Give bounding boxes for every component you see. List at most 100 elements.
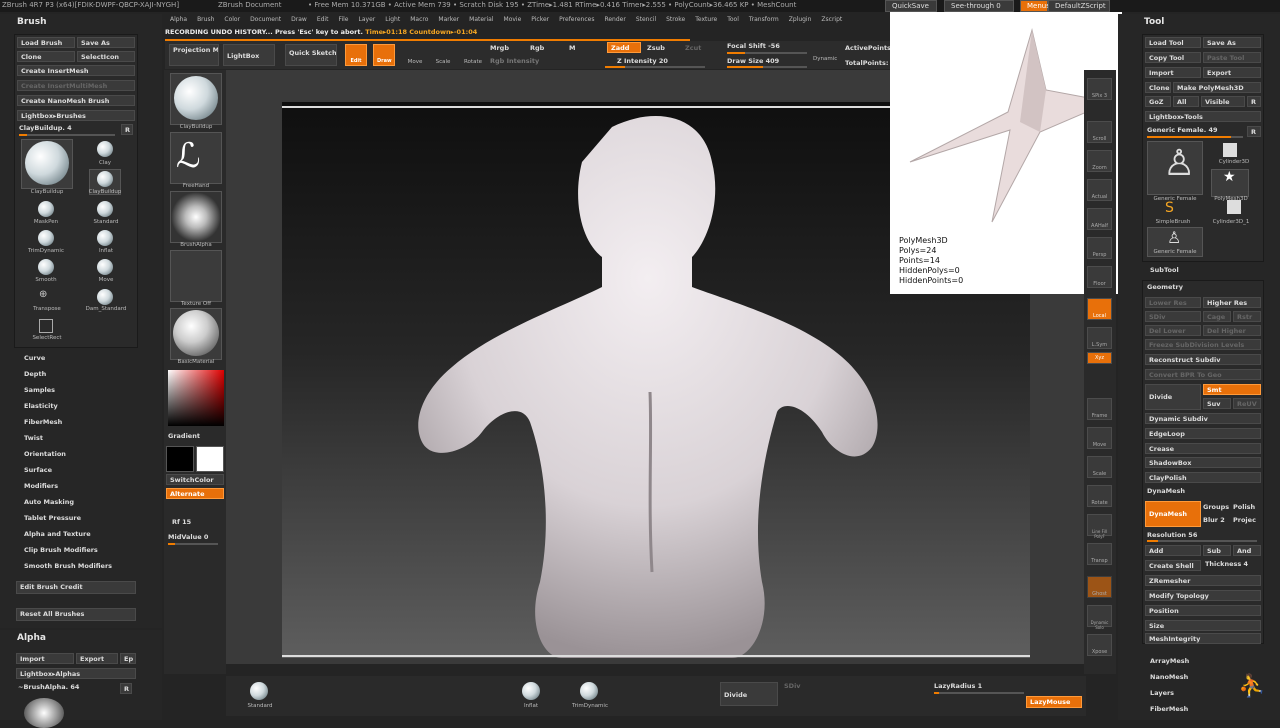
- dynamesh-section[interactable]: DynaMesh: [1147, 487, 1185, 495]
- sdiv-slider[interactable]: SDiv: [1145, 311, 1201, 322]
- convert-bpr-button[interactable]: Convert BPR To Geo: [1145, 369, 1261, 380]
- menu-texture[interactable]: Texture: [690, 15, 722, 27]
- menu-marker[interactable]: Marker: [433, 15, 464, 27]
- claypolish-button[interactable]: ClayPolish: [1145, 472, 1261, 483]
- reuv-toggle[interactable]: ReUV: [1233, 398, 1261, 409]
- project-toggle[interactable]: Projec: [1233, 516, 1256, 524]
- edit-mode-button[interactable]: Edit: [345, 44, 367, 66]
- brush-alpha-slider[interactable]: ~BrushAlpha. 64: [18, 683, 79, 691]
- nanomesh-section[interactable]: NanoMesh: [1150, 673, 1188, 681]
- scale-mode-button[interactable]: Scale: [431, 59, 455, 65]
- edgeloop-button[interactable]: EdgeLoop: [1145, 428, 1261, 439]
- trimdynamic-brush-icon[interactable]: [38, 230, 54, 246]
- tool-clone-button[interactable]: Clone: [1145, 82, 1171, 93]
- brush-section-surface[interactable]: Surface: [24, 466, 52, 474]
- zsub-button[interactable]: Zsub: [647, 44, 665, 52]
- add-button[interactable]: Add: [1145, 545, 1201, 556]
- menu-render[interactable]: Render: [599, 15, 630, 27]
- move-brush-icon[interactable]: [97, 259, 113, 275]
- see-through-slider[interactable]: See-through 0: [944, 0, 1014, 12]
- brush-section-fibermesh[interactable]: FiberMesh: [24, 418, 62, 426]
- tool-r-button[interactable]: R: [1247, 126, 1261, 137]
- menu-material[interactable]: Material: [464, 15, 498, 27]
- blur-slider[interactable]: Blur 2: [1203, 516, 1225, 524]
- draw-size-track[interactable]: [727, 66, 807, 68]
- select-icon-button[interactable]: SelectIcon: [77, 51, 135, 62]
- lightbox-tools-button[interactable]: Lightbox▸Tools: [1145, 111, 1261, 122]
- resolution-slider[interactable]: Resolution 56: [1147, 531, 1197, 539]
- lightbox-button[interactable]: LightBox: [223, 44, 275, 66]
- freeze-subdiv-button[interactable]: Freeze SubDivision Levels: [1145, 339, 1261, 350]
- lightbox-alphas-button[interactable]: Lightbox▸Alphas: [16, 668, 136, 679]
- menu-zscript[interactable]: Zscript: [816, 15, 847, 27]
- dynamic-subdiv-button[interactable]: Dynamic Subdiv: [1145, 413, 1261, 424]
- dynamesh-button[interactable]: DynaMesh: [1145, 501, 1201, 527]
- move-view-button[interactable]: Move: [1087, 427, 1112, 449]
- rotate-view-button[interactable]: Rotate: [1087, 485, 1112, 507]
- polyf-button[interactable]: Line Fill PolyF: [1087, 514, 1112, 539]
- mesh-integrity-button[interactable]: MeshIntegrity: [1145, 633, 1261, 644]
- arraymesh-section[interactable]: ArrayMesh: [1150, 657, 1189, 665]
- zremesher-button[interactable]: ZRemesher: [1145, 575, 1261, 586]
- tool-import-button[interactable]: Import: [1145, 67, 1201, 78]
- brush-section-orientation[interactable]: Orientation: [24, 450, 66, 458]
- brush-section-samples[interactable]: Samples: [24, 386, 55, 394]
- scale-view-button[interactable]: Scale: [1087, 456, 1112, 478]
- clay-brush-icon[interactable]: [97, 141, 113, 157]
- menu-color[interactable]: Color: [219, 15, 245, 27]
- transpose-brush-icon[interactable]: ⊕: [39, 289, 47, 300]
- divide-bottom-button[interactable]: Divide: [720, 682, 778, 706]
- goz-visible-button[interactable]: Visible: [1201, 96, 1245, 107]
- simplebrush-thumb-icon[interactable]: S: [1165, 200, 1174, 216]
- menu-edit[interactable]: Edit: [312, 15, 334, 27]
- reconstruct-subdiv-button[interactable]: Reconstruct Subdiv: [1145, 354, 1261, 365]
- inflat-bottom-icon[interactable]: [522, 682, 540, 700]
- menus-button[interactable]: Menus: [1020, 0, 1050, 12]
- create-insertmultimesh-button[interactable]: Create InsertMultiMesh: [17, 80, 135, 91]
- brush-save-as-button[interactable]: Save As: [77, 37, 135, 48]
- menu-preferences[interactable]: Preferences: [554, 15, 599, 27]
- position-button[interactable]: Position: [1145, 605, 1261, 616]
- brush-section-smooth-modifiers[interactable]: Smooth Brush Modifiers: [24, 562, 112, 570]
- and-button[interactable]: And: [1233, 545, 1261, 556]
- alpha-thumb[interactable]: [170, 191, 222, 243]
- rf-slider[interactable]: Rf 15: [172, 518, 191, 526]
- alternate-button[interactable]: Alternate: [166, 488, 224, 499]
- brush-section-auto-masking[interactable]: Auto Masking: [24, 498, 74, 506]
- z-intensity-slider[interactable]: Z Intensity 20: [617, 57, 668, 65]
- menu-brush[interactable]: Brush: [192, 15, 219, 27]
- tool-slider-track[interactable]: [1147, 136, 1243, 138]
- persp-button[interactable]: Persp: [1087, 237, 1112, 259]
- subtool-section[interactable]: SubTool: [1150, 266, 1179, 274]
- lazy-radius-slider[interactable]: LazyRadius 1: [934, 682, 982, 690]
- brush-clone-button[interactable]: Clone: [17, 51, 75, 62]
- divide-button[interactable]: Divide: [1145, 384, 1201, 410]
- menu-file[interactable]: File: [333, 15, 353, 27]
- brush-section-alpha-texture[interactable]: Alpha and Texture: [24, 530, 91, 538]
- frame-button[interactable]: Frame: [1087, 398, 1112, 420]
- menu-document[interactable]: Document: [245, 15, 286, 27]
- create-insertmesh-button[interactable]: Create InsertMesh: [17, 65, 135, 76]
- rotate-mode-button[interactable]: Rotate: [461, 59, 485, 65]
- dynamic-button[interactable]: Dynamic: [813, 56, 837, 62]
- higher-res-button[interactable]: Higher Res: [1203, 297, 1261, 308]
- menu-picker[interactable]: Picker: [526, 15, 554, 27]
- del-higher-button[interactable]: Del Higher: [1203, 325, 1261, 336]
- smt-toggle[interactable]: Smt: [1203, 384, 1261, 395]
- trimdynamic-bottom-icon[interactable]: [580, 682, 598, 700]
- selectrect-brush-icon[interactable]: [39, 319, 53, 333]
- spix-button[interactable]: SPix 3: [1087, 78, 1112, 100]
- resolution-track[interactable]: [1147, 540, 1257, 542]
- menu-transform[interactable]: Transform: [744, 15, 784, 27]
- draw-mode-button[interactable]: Draw: [373, 44, 395, 66]
- scroll-button[interactable]: Scroll: [1087, 121, 1112, 143]
- standard-brush-icon[interactable]: [97, 201, 113, 217]
- gradient-button[interactable]: Gradient: [168, 432, 200, 440]
- menu-alpha[interactable]: Alpha: [165, 15, 192, 27]
- secondary-color-swatch[interactable]: [196, 446, 224, 472]
- copy-tool-button[interactable]: Copy Tool: [1145, 52, 1201, 63]
- thickness-slider[interactable]: Thickness 4: [1205, 560, 1248, 568]
- alpha-r-button[interactable]: R: [120, 683, 132, 694]
- tool-export-button[interactable]: Export: [1203, 67, 1261, 78]
- menu-tool[interactable]: Tool: [722, 15, 744, 27]
